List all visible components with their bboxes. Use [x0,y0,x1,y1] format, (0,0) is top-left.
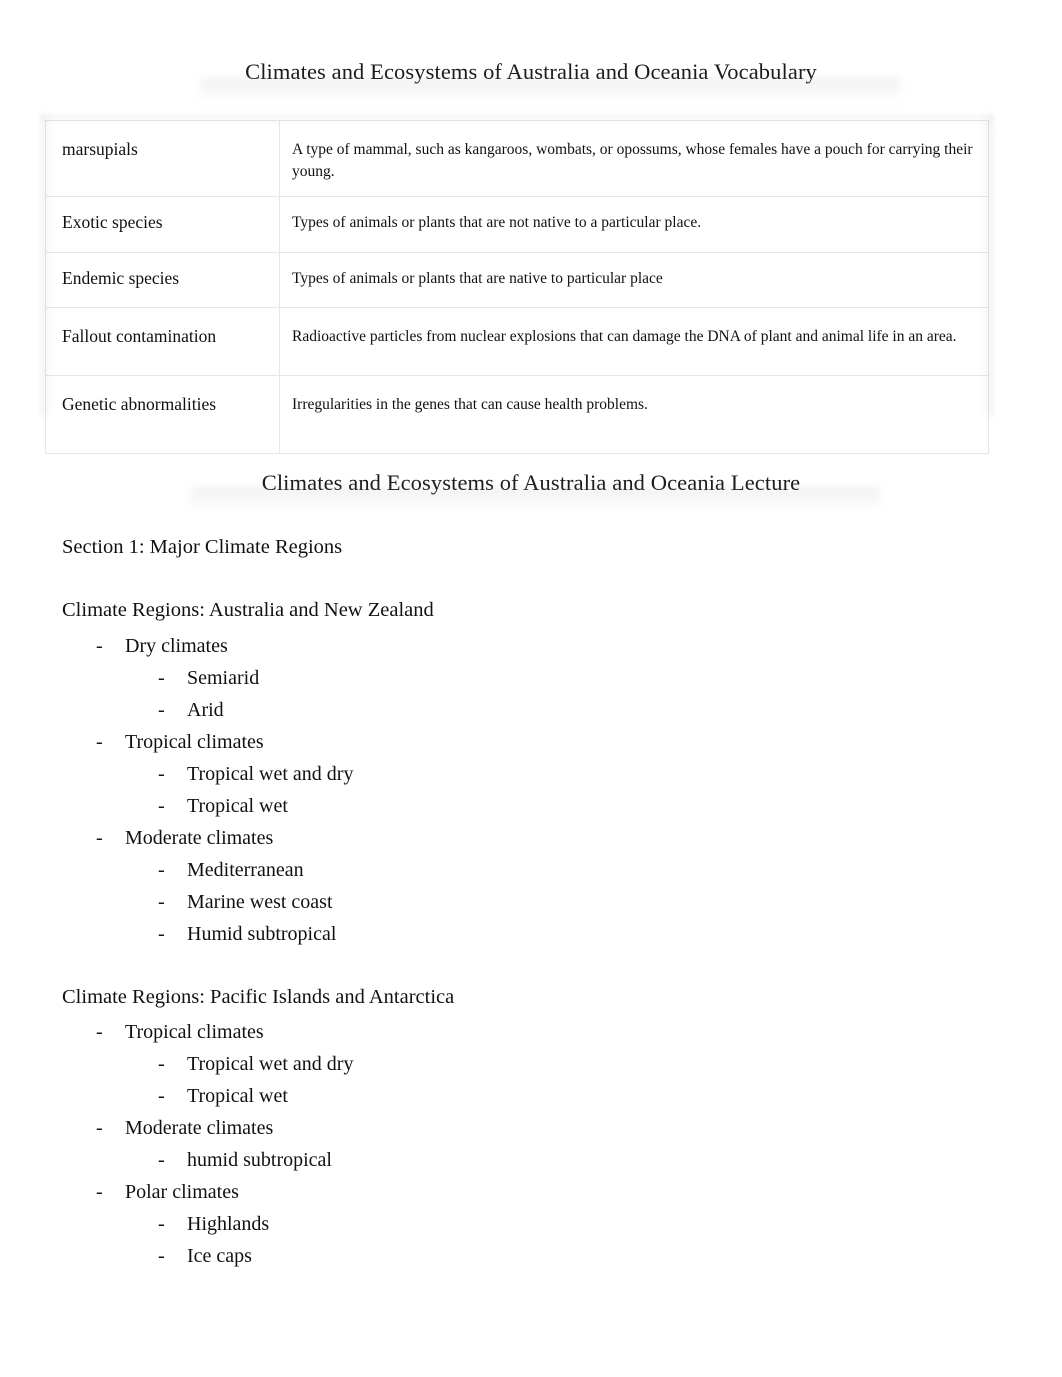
vocabulary-title: Climates and Ecosystems of Australia and… [245,59,817,84]
list-item-label: Moderate climates [125,1117,274,1139]
list-item: - Semiarid [62,662,353,694]
list-item: - Highlands [62,1208,353,1240]
list-item-label: Semiarid [187,667,260,689]
dash-bullet-icon: - [158,1149,165,1171]
list-item: - Polar climates [62,1176,353,1208]
vocab-term-cell: marsupials [45,120,280,197]
list-item: - Dry climates [62,630,353,662]
dash-bullet-icon: - [96,1181,103,1203]
list-item: - Tropical wet and dry [62,1048,353,1080]
dash-bullet-icon: - [96,635,103,657]
dash-bullet-icon: - [158,667,165,689]
list-item-label: Marine west coast [187,891,333,913]
list-item-label: Ice caps [187,1245,252,1267]
list-item-label: Tropical wet and dry [187,1053,354,1075]
vocab-definition-cell: Irregularities in the genes that can cau… [279,374,989,454]
list-item: - Arid [62,694,353,726]
list-item-label: Polar climates [125,1181,239,1203]
list-item-label: Tropical wet [187,1085,288,1107]
dash-bullet-icon: - [158,923,165,945]
list-item: - Moderate climates [62,822,353,854]
list-item: - Tropical wet [62,790,353,822]
list-item-label: Tropical climates [125,1021,264,1043]
region-heading-pacific-islands-antarctica: Climate Regions: Pacific Islands and Ant… [62,986,455,1008]
list-item: - Marine west coast [62,886,353,918]
list-item-label: Mediterranean [187,859,304,881]
table-row: Endemic species Types of animals or plan… [45,251,989,308]
vocab-term-cell: Endemic species [45,251,280,308]
document-page: Climates and Ecosystems of Australia and… [0,0,1062,1377]
dash-bullet-icon: - [158,1213,165,1235]
dash-bullet-icon: - [96,827,103,849]
list-item: - humid subtropical [62,1144,353,1176]
vocab-definition-cell: Radioactive particles from nuclear explo… [279,307,989,376]
list-item-label: Dry climates [125,635,228,657]
vocabulary-table-body: marsupials A type of mammal, such as kan… [45,120,989,454]
list-item: - Tropical climates [62,1016,353,1048]
table-row: marsupials A type of mammal, such as kan… [45,120,989,197]
table-row: Exotic species Types of animals or plant… [45,196,989,253]
list-item: - Mediterranean [62,854,353,886]
list-item: - Tropical wet and dry [62,758,353,790]
list-item: - Tropical climates [62,726,353,758]
vocab-term-cell: Exotic species [45,196,280,253]
dash-bullet-icon: - [158,1085,165,1107]
region-heading-australia-new-zealand: Climate Regions: Australia and New Zeala… [62,599,434,621]
dash-bullet-icon: - [158,859,165,881]
list-item-label: Highlands [187,1213,270,1235]
list-item: - Tropical wet [62,1080,353,1112]
list-item: - Moderate climates [62,1112,353,1144]
section-1-heading: Section 1: Major Climate Regions [62,536,343,558]
list-item-label: Tropical wet and dry [187,763,354,785]
list-item-label: humid subtropical [187,1149,332,1171]
dash-bullet-icon: - [96,1021,103,1043]
lecture-title: Climates and Ecosystems of Australia and… [261,470,801,495]
dash-bullet-icon: - [158,891,165,913]
climate-list-pacific-islands-antarctica: - Tropical climates - Tropical wet and d… [62,1016,353,1272]
table-row: Fallout contamination Radioactive partic… [45,307,989,376]
list-item-label: Humid subtropical [187,923,337,945]
dash-bullet-icon: - [158,763,165,785]
dash-bullet-icon: - [158,699,165,721]
list-item-label: Tropical wet [187,795,288,817]
vocab-definition-cell: A type of mammal, such as kangaroos, wom… [279,120,989,197]
vocab-term-cell: Genetic abnormalities [45,374,280,454]
vocab-definition-cell: Types of animals or plants that are nati… [279,251,989,308]
list-item-label: Moderate climates [125,827,274,849]
dash-bullet-icon: - [158,795,165,817]
dash-bullet-icon: - [158,1053,165,1075]
climate-list-australia-new-zealand: - Dry climates - Semiarid - Arid - Tropi… [62,630,353,950]
vocab-term-cell: Fallout contamination [45,307,280,376]
vocab-definition-cell: Types of animals or plants that are not … [279,196,989,253]
list-item-label: Arid [187,699,224,721]
list-item: - Ice caps [62,1240,353,1272]
dash-bullet-icon: - [158,1245,165,1267]
dash-bullet-icon: - [96,1117,103,1139]
table-row: Genetic abnormalities Irregularities in … [45,374,989,454]
list-item-label: Tropical climates [125,731,264,753]
dash-bullet-icon: - [96,731,103,753]
vocabulary-table: marsupials A type of mammal, such as kan… [45,120,989,454]
list-item: - Humid subtropical [62,918,353,950]
